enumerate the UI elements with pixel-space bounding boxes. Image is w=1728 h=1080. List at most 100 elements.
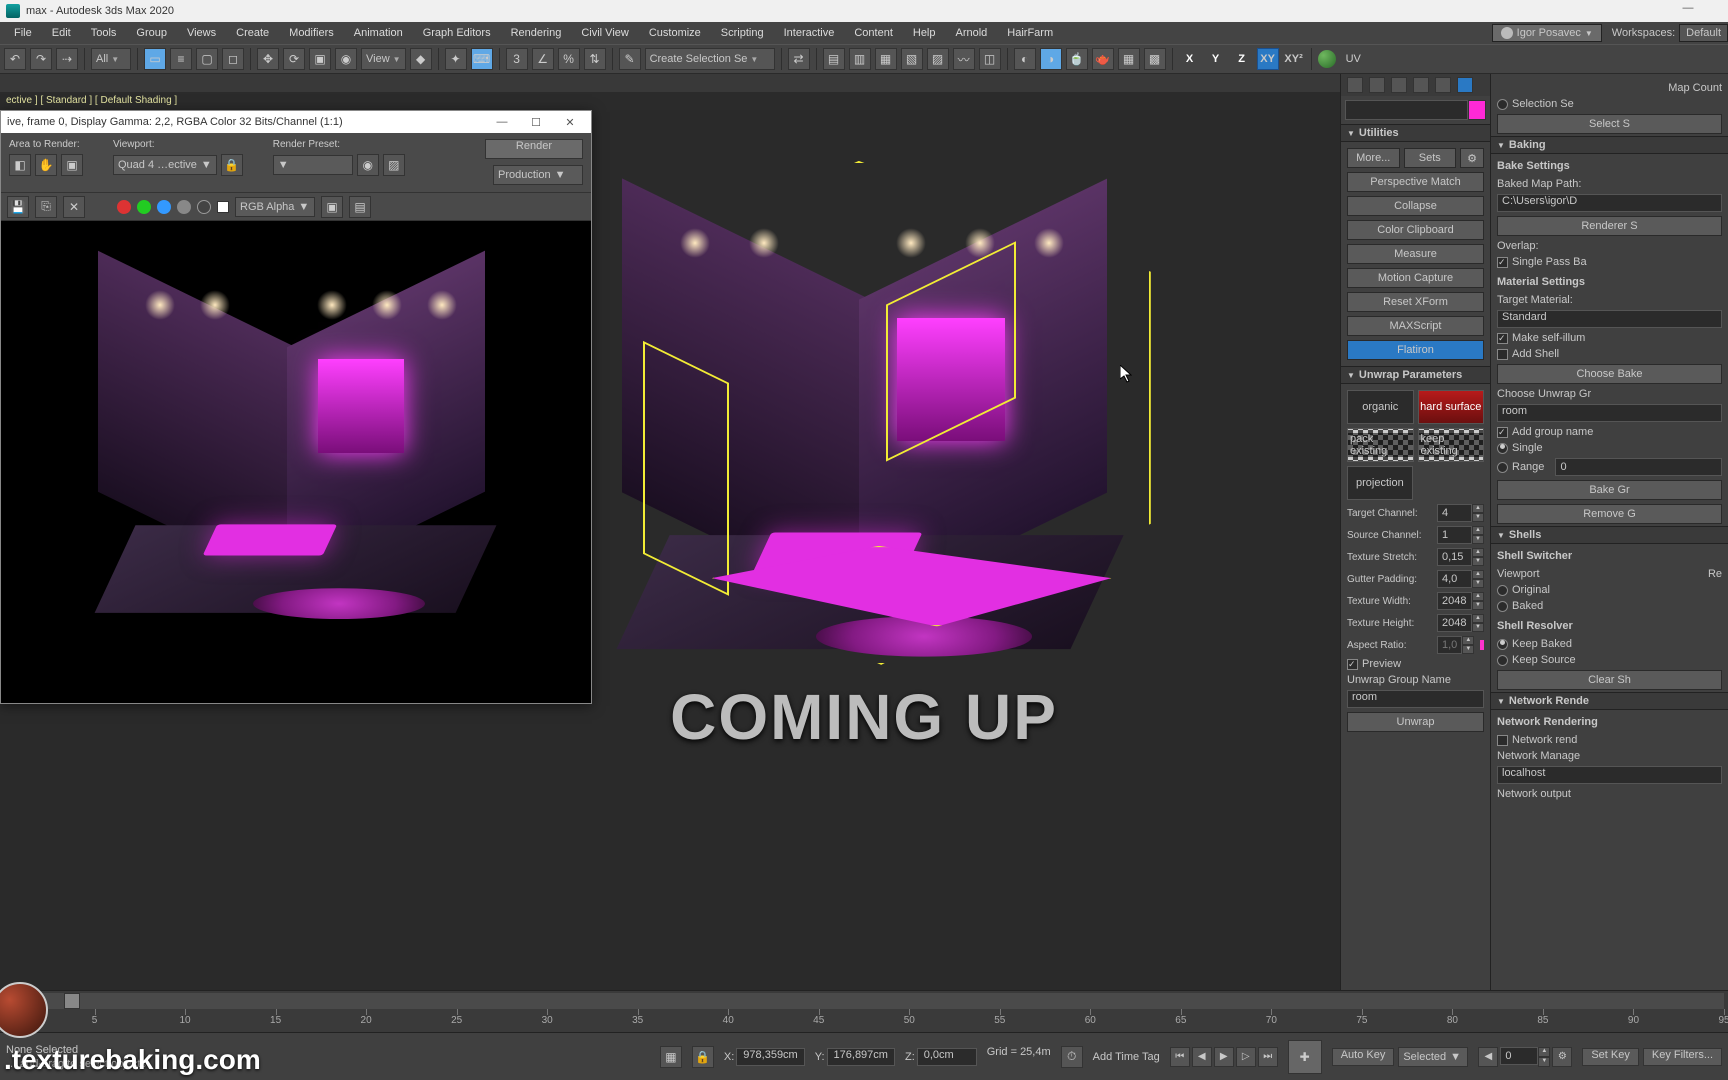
network-rend-checkbox[interactable]: Network rend — [1491, 732, 1728, 748]
color-swatch[interactable] — [217, 201, 229, 213]
goto-end[interactable]: ⏭ — [1258, 1047, 1278, 1067]
current-frame-spinner[interactable]: 0▲▼ — [1500, 1047, 1550, 1067]
menu-group[interactable]: Group — [126, 22, 177, 44]
axis-xy2[interactable]: XY² — [1283, 48, 1305, 70]
texture-stretch-spinner[interactable]: 0,15▲▼ — [1437, 548, 1484, 566]
menu-civilview[interactable]: Civil View — [571, 22, 638, 44]
select-s-button[interactable]: Select S — [1497, 114, 1722, 134]
time-config-icon[interactable]: ⚙ — [1552, 1047, 1572, 1067]
menu-animation[interactable]: Animation — [344, 22, 413, 44]
select-region-rect[interactable]: ▢ — [196, 48, 218, 70]
auto-key-button[interactable]: Auto Key — [1332, 1048, 1395, 1066]
menu-file[interactable]: File — [4, 22, 42, 44]
menu-scripting[interactable]: Scripting — [711, 22, 774, 44]
rollout-utilities[interactable]: ▼Utilities — [1341, 124, 1490, 142]
axis-x[interactable]: X — [1179, 48, 1201, 70]
menu-content[interactable]: Content — [844, 22, 903, 44]
time-slider[interactable]: 05101520253035404550556065707580859095 — [0, 990, 1728, 1032]
toggle-overlay2[interactable]: ▤ — [349, 196, 371, 218]
keyboard-shortcut-toggle[interactable]: ⌨ — [471, 48, 493, 70]
tab-create-icon[interactable] — [1347, 77, 1363, 93]
prev-frame[interactable]: ◀ — [1192, 1047, 1212, 1067]
axis-z[interactable]: Z — [1231, 48, 1253, 70]
channel-blue[interactable] — [157, 200, 171, 214]
key-filters-button[interactable]: Key Filters... — [1643, 1048, 1722, 1066]
menu-create[interactable]: Create — [226, 22, 279, 44]
tab-hierarchy-icon[interactable] — [1391, 77, 1407, 93]
selection-filter[interactable]: All▼ — [91, 48, 131, 70]
render-button[interactable]: Render — [485, 139, 583, 159]
util-color-clipboard[interactable]: Color Clipboard — [1347, 220, 1484, 240]
signed-in-user[interactable]: Igor Posavec ▼ — [1492, 24, 1602, 42]
percent-snap[interactable]: % — [558, 48, 580, 70]
prev-key[interactable]: ◀ — [1478, 1047, 1498, 1067]
util-maxscript[interactable]: MAXScript — [1347, 316, 1484, 336]
aspect-ratio-spinner[interactable]: 1,0▲▼ — [1437, 636, 1474, 654]
rollout-unwrap-params[interactable]: ▼Unwrap Parameters — [1341, 366, 1490, 384]
toggle-ribbon[interactable]: ▨ — [927, 48, 949, 70]
menu-edit[interactable]: Edit — [42, 22, 81, 44]
shell-baked-radio[interactable]: Baked — [1491, 598, 1728, 614]
use-pivot-center[interactable]: ◆ — [410, 48, 432, 70]
preset-icon1[interactable]: ◉ — [357, 154, 379, 176]
baked-map-path-input[interactable]: C:\Users\igor\D — [1497, 194, 1722, 212]
render-window-min[interactable]: — — [487, 113, 517, 131]
viewport-area[interactable]: ective ] [ Standard ] [ Default Shading … — [0, 92, 1340, 990]
menu-hairfarm[interactable]: HairFarm — [997, 22, 1063, 44]
placement-button[interactable]: ◉ — [335, 48, 357, 70]
key-filter-select[interactable]: Selected▼ — [1398, 1047, 1468, 1067]
render-production[interactable]: 🫖 — [1092, 48, 1114, 70]
util-motion-capture[interactable]: Motion Capture — [1347, 268, 1484, 288]
choose-bake-button[interactable]: Choose Bake — [1497, 364, 1722, 384]
object-name-field[interactable] — [1345, 100, 1468, 120]
align-button[interactable]: ▤ — [823, 48, 845, 70]
viewport-select[interactable]: Quad 4 …ective▼ — [113, 155, 217, 175]
angle-snap[interactable]: ∠ — [532, 48, 554, 70]
menu-arnold[interactable]: Arnold — [946, 22, 998, 44]
network-host-input[interactable]: localhost — [1497, 766, 1722, 784]
gutter-padding-spinner[interactable]: 4,0▲▼ — [1437, 570, 1484, 588]
render-window-titlebar[interactable]: ive, frame 0, Display Gamma: 2,2, RGBA C… — [1, 111, 591, 133]
util-collapse[interactable]: Collapse — [1347, 196, 1484, 216]
channel-red[interactable] — [117, 200, 131, 214]
add-shell-checkbox[interactable]: Add Shell — [1491, 346, 1728, 362]
select-object-button[interactable]: ▭ — [144, 48, 166, 70]
save-image[interactable]: 💾 — [7, 196, 29, 218]
unwrap-organic-thumb[interactable]: organic — [1347, 390, 1414, 424]
preview-checkbox[interactable]: Preview — [1347, 658, 1484, 670]
redo-button[interactable]: ↷ — [30, 48, 52, 70]
tab-motion-icon[interactable] — [1413, 77, 1429, 93]
choose-unwrap-input[interactable]: room — [1497, 404, 1722, 422]
area-icon3[interactable]: ▣ — [61, 154, 83, 176]
menu-tools[interactable]: Tools — [81, 22, 127, 44]
rollout-baking[interactable]: ▼Baking — [1491, 136, 1728, 154]
self-illum-checkbox[interactable]: Make self-illum — [1491, 330, 1728, 346]
window-minimize-button[interactable]: — — [1672, 2, 1704, 18]
selection-lock-icon[interactable]: 🔒 — [692, 1046, 714, 1068]
target-material-input[interactable]: Standard — [1497, 310, 1722, 328]
channel-alpha[interactable] — [177, 200, 191, 214]
target-channel-spinner[interactable]: 4▲▼ — [1437, 504, 1484, 522]
selection-set-radio[interactable]: Selection Se — [1491, 96, 1728, 112]
coord-x[interactable]: 978,359cm — [736, 1048, 804, 1066]
utilities-sets[interactable]: Sets — [1404, 148, 1457, 168]
texture-width-spinner[interactable]: 2048▲▼ — [1437, 592, 1484, 610]
select-region-window[interactable]: ◻ — [222, 48, 244, 70]
play[interactable]: ▶ — [1214, 1047, 1234, 1067]
menu-rendering[interactable]: Rendering — [501, 22, 572, 44]
time-slider-handle[interactable] — [64, 993, 80, 1009]
goto-start[interactable]: ⏮ — [1170, 1047, 1190, 1067]
tab-display-icon[interactable] — [1435, 77, 1451, 93]
select-manipulate[interactable]: ✦ — [445, 48, 467, 70]
unwrap-keep-thumb[interactable]: keep existing — [1418, 428, 1485, 462]
schematic-view[interactable]: ◫ — [979, 48, 1001, 70]
tab-modify-icon[interactable] — [1369, 77, 1385, 93]
undo-button[interactable]: ↶ — [4, 48, 26, 70]
menu-views[interactable]: Views — [177, 22, 226, 44]
menu-interactive[interactable]: Interactive — [774, 22, 845, 44]
render-setup[interactable]: ◑ — [1040, 48, 1062, 70]
viewport-perspective[interactable] — [600, 172, 1140, 732]
clear-button[interactable]: ✕ — [63, 196, 85, 218]
set-key-button[interactable]: Set Key — [1582, 1048, 1639, 1066]
time-tag-icon[interactable]: ⏱ — [1061, 1046, 1083, 1068]
